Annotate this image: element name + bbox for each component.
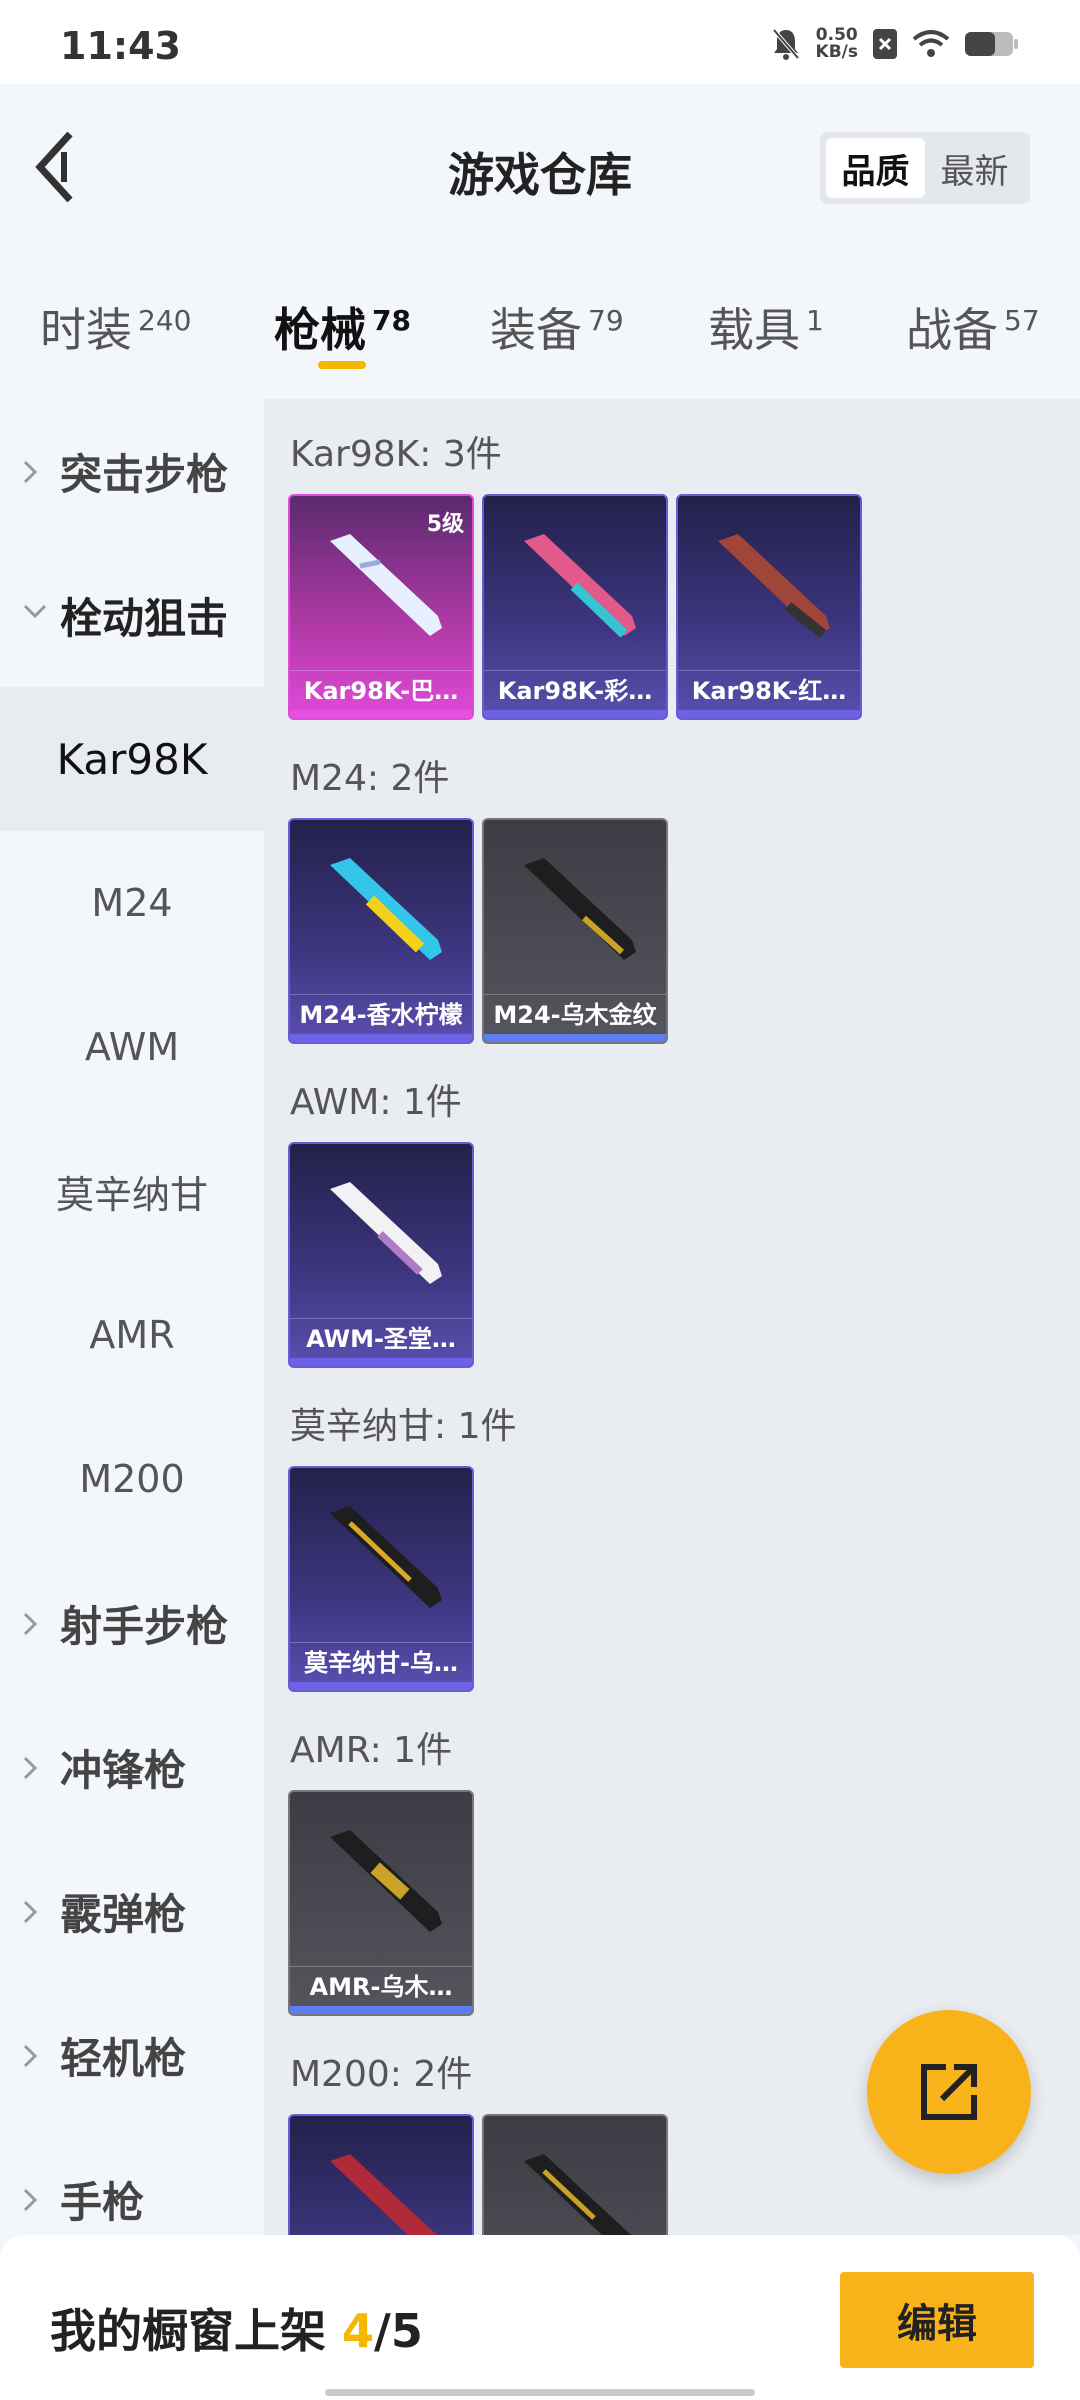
item-card[interactable]: AWM-圣堂… bbox=[288, 1142, 474, 1368]
tab-vehicles[interactable]: 载具 1 bbox=[708, 294, 824, 360]
item-name: Kar98K-彩… bbox=[484, 670, 666, 710]
share-external-icon bbox=[921, 2064, 977, 2120]
sidebar-item-marksman[interactable]: 射手步枪 bbox=[0, 1551, 264, 1695]
rifle-icon bbox=[330, 1182, 442, 1284]
rarity-bar bbox=[290, 1034, 472, 1042]
status-bar: 11:43 0.50 KB/s bbox=[0, 0, 1080, 84]
sidebar-item-mosin[interactable]: 莫辛纳甘 bbox=[0, 1119, 264, 1263]
rifle-icon bbox=[718, 534, 830, 638]
item-card[interactable] bbox=[482, 2114, 668, 2235]
rarity-bar bbox=[484, 710, 666, 718]
sort-newest-button[interactable]: 最新 bbox=[925, 138, 1024, 198]
sidebar: 突击步枪 栓动狙击 Kar98K M24 AWM 莫辛纳甘 AMR M200 射… bbox=[0, 399, 264, 2235]
sim-off-icon bbox=[873, 29, 897, 59]
share-button[interactable] bbox=[867, 2010, 1031, 2174]
sidebar-item-m200[interactable]: M200 bbox=[0, 1407, 264, 1551]
sidebar-item-lmg[interactable]: 轻机枪 bbox=[0, 1983, 264, 2127]
rifle-icon bbox=[524, 534, 636, 638]
rifle-icon bbox=[524, 2154, 631, 2235]
group-title-mosin: 莫辛纳甘: 1件 bbox=[290, 1406, 517, 1447]
chevron-right-icon bbox=[23, 1756, 38, 1780]
group-title-amr: AMR: 1件 bbox=[290, 1730, 453, 1771]
item-card[interactable]: 莫辛纳甘-乌… bbox=[288, 1466, 474, 1692]
group-title-awm: AWM: 1件 bbox=[290, 1082, 462, 1123]
rarity-bar bbox=[290, 2006, 472, 2014]
category-tabs: 时装 240 枪械 78 装备 79 载具 1 战备 57 bbox=[0, 254, 1080, 399]
item-grid: Kar98K: 3件 5级 Kar98K-巴… Kar98K-彩… Kar98K… bbox=[264, 399, 1080, 2235]
item-card[interactable]: M24-乌木金纹 bbox=[482, 818, 668, 1044]
sidebar-item-kar98k[interactable]: Kar98K bbox=[0, 687, 264, 831]
chevron-down-icon bbox=[23, 604, 47, 619]
rarity-bar bbox=[290, 1358, 472, 1366]
item-name: AMR-乌木… bbox=[290, 1966, 472, 2006]
item-name: M24-乌木金纹 bbox=[484, 994, 666, 1034]
item-name: Kar98K-巴… bbox=[290, 670, 472, 710]
rifle-icon bbox=[330, 1506, 442, 1608]
rarity-bar bbox=[290, 710, 472, 718]
shelf-status: 我的橱窗上架 4/5 bbox=[50, 2304, 423, 2358]
active-tab-indicator bbox=[318, 361, 366, 369]
home-indicator[interactable] bbox=[325, 2389, 755, 2396]
level-badge: 5级 bbox=[426, 512, 464, 537]
mute-bell-icon bbox=[772, 28, 800, 60]
item-card[interactable]: Kar98K-彩… bbox=[482, 494, 668, 720]
sidebar-item-bolt-sniper[interactable]: 栓动狙击 bbox=[0, 543, 264, 687]
rifle-icon bbox=[524, 858, 636, 960]
header: 游戏仓库 品质 最新 bbox=[0, 84, 1080, 254]
chevron-right-icon bbox=[23, 460, 38, 484]
tab-equipment[interactable]: 装备 79 bbox=[490, 294, 624, 360]
group-title-kar98k: Kar98K: 3件 bbox=[290, 434, 502, 475]
sort-quality-button[interactable]: 品质 bbox=[826, 138, 925, 198]
sort-toggle: 品质 最新 bbox=[820, 132, 1030, 204]
rarity-bar bbox=[290, 1682, 472, 1690]
chevron-right-icon bbox=[23, 2044, 38, 2068]
rarity-bar bbox=[678, 710, 860, 718]
status-icons: 0.50 KB/s bbox=[770, 26, 1020, 62]
sidebar-item-shotgun[interactable]: 霰弹枪 bbox=[0, 1839, 264, 1983]
sidebar-item-m24[interactable]: M24 bbox=[0, 831, 264, 975]
wifi-icon bbox=[912, 30, 950, 57]
sidebar-item-amr[interactable]: AMR bbox=[0, 1263, 264, 1407]
sidebar-item-awm[interactable]: AWM bbox=[0, 975, 264, 1119]
net-speed: 0.50 KB/s bbox=[815, 25, 858, 62]
item-card[interactable]: M24-香水柠檬 bbox=[288, 818, 474, 1044]
edit-button[interactable]: 编辑 bbox=[840, 2272, 1034, 2368]
tab-guns[interactable]: 枪械 78 bbox=[274, 294, 411, 360]
tab-supplies[interactable]: 战备 57 bbox=[906, 294, 1040, 360]
item-name: 莫辛纳甘-乌… bbox=[290, 1642, 472, 1682]
chevron-right-icon bbox=[23, 2188, 38, 2212]
sidebar-item-assault-rifle[interactable]: 突击步枪 bbox=[0, 399, 264, 543]
chevron-right-icon bbox=[23, 1612, 38, 1636]
item-card[interactable]: 5级 Kar98K-巴… bbox=[288, 494, 474, 720]
rifle-icon bbox=[330, 534, 442, 636]
group-title-m200: M200: 2件 bbox=[290, 2054, 473, 2095]
bottom-bar: 我的橱窗上架 4/5 编辑 bbox=[0, 2235, 1080, 2400]
rifle-icon bbox=[330, 858, 442, 960]
status-time: 11:43 bbox=[60, 24, 181, 68]
tab-fashion[interactable]: 时装 240 bbox=[40, 294, 191, 360]
rarity-bar bbox=[484, 1034, 666, 1042]
chevron-right-icon bbox=[23, 1900, 38, 1924]
sidebar-item-smg[interactable]: 冲锋枪 bbox=[0, 1695, 264, 1839]
rifle-icon bbox=[330, 2154, 437, 2235]
item-card[interactable]: Kar98K-红… bbox=[676, 494, 862, 720]
item-card[interactable]: AMR-乌木… bbox=[288, 1790, 474, 2016]
item-card[interactable] bbox=[288, 2114, 474, 2235]
group-title-m24: M24: 2件 bbox=[290, 758, 450, 799]
item-name: M24-香水柠檬 bbox=[290, 994, 472, 1034]
battery-icon bbox=[965, 32, 1018, 56]
item-name: AWM-圣堂… bbox=[290, 1318, 472, 1358]
item-name: Kar98K-红… bbox=[678, 670, 860, 710]
rifle-icon bbox=[330, 1830, 442, 1932]
